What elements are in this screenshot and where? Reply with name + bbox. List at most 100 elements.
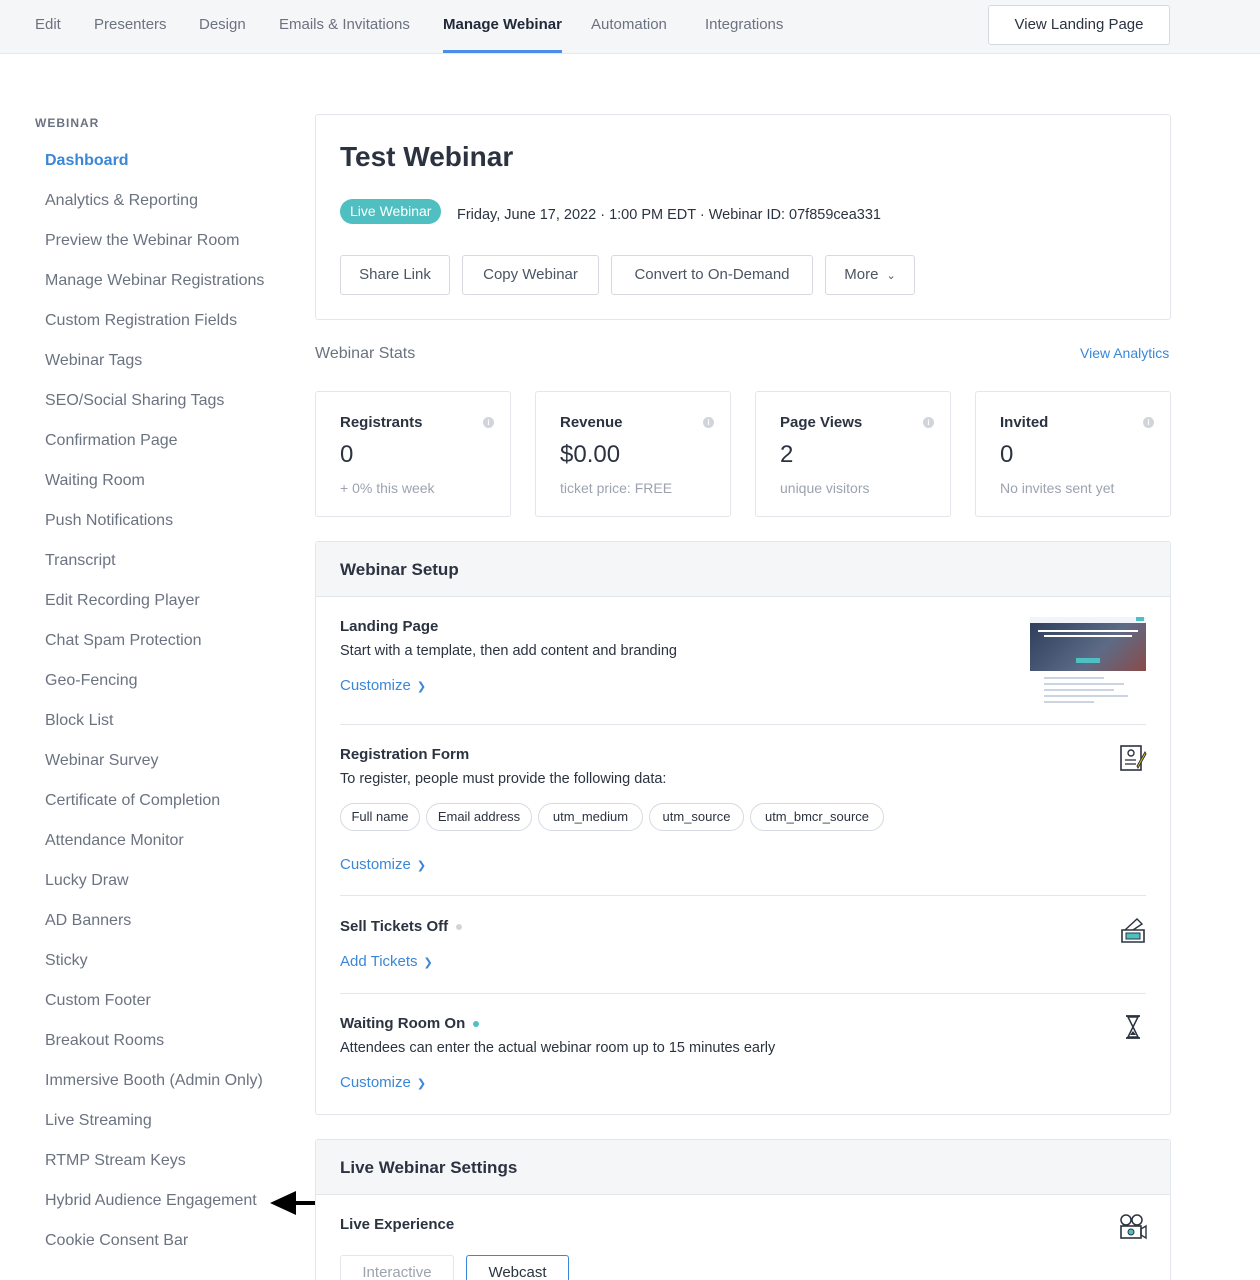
sidebar-item-hybrid-audience-engagement[interactable]: Hybrid Audience Engagement <box>45 1192 257 1210</box>
link-label: Customize <box>340 1074 411 1091</box>
ticket-icon <box>1121 918 1145 943</box>
sell-tickets-title: Sell Tickets Off <box>340 918 463 935</box>
sidebar-item-confirmation-page[interactable]: Confirmation Page <box>45 432 178 450</box>
stats-heading: Webinar Stats <box>315 345 416 362</box>
sidebar-item-push-notifications[interactable]: Push Notifications <box>45 512 173 530</box>
sidebar-item-sticky[interactable]: Sticky <box>45 952 88 970</box>
copy-webinar-button[interactable]: Copy Webinar <box>462 255 599 295</box>
landing-page-desc: Start with a template, then add content … <box>340 643 677 659</box>
divider <box>340 724 1146 725</box>
sidebar-item-rtmp-stream-keys[interactable]: RTMP Stream Keys <box>45 1152 186 1170</box>
add-tickets-link[interactable]: Add Tickets ❯ <box>340 953 433 970</box>
sidebar-item-attendance-monitor[interactable]: Attendance Monitor <box>45 832 184 850</box>
more-button[interactable]: More ⌄ <box>825 255 915 295</box>
chevron-right-icon: ❯ <box>423 957 433 969</box>
registration-form-desc: To register, people must provide the fol… <box>340 771 667 787</box>
interactive-option-button[interactable]: Interactive <box>340 1255 454 1280</box>
divider <box>340 993 1146 994</box>
waiting-room-title: Waiting Room On <box>340 1015 480 1032</box>
sidebar-heading: WEBINAR <box>35 116 100 130</box>
chevron-right-icon: ❯ <box>416 860 427 872</box>
hourglass-icon <box>1126 1015 1140 1039</box>
page-title: Test Webinar <box>340 141 514 172</box>
registration-customize-link[interactable]: Customize ❯ <box>340 856 426 873</box>
sidebar-item-geo-fencing[interactable]: Geo-Fencing <box>45 672 138 690</box>
sidebar-item-cookie-consent-bar[interactable]: Cookie Consent Bar <box>45 1232 188 1250</box>
convert-on-demand-button[interactable]: Convert to On-Demand <box>611 255 813 295</box>
info-icon[interactable]: i <box>703 417 714 428</box>
sell-tickets-label: Sell Tickets Off <box>340 918 449 935</box>
sidebar-item-custom-registration-fields[interactable]: Custom Registration Fields <box>45 312 237 330</box>
tab-presenters[interactable]: Presenters <box>94 0 167 54</box>
stat-card-registrants: Registrants i 0 + 0% this week <box>315 391 511 517</box>
more-label: More <box>844 266 879 283</box>
sidebar-item-live-streaming[interactable]: Live Streaming <box>45 1112 152 1130</box>
sidebar-item-certificate[interactable]: Certificate of Completion <box>45 792 220 810</box>
view-analytics-link[interactable]: View Analytics <box>1080 345 1169 361</box>
stat-value: $0.00 <box>560 441 621 468</box>
sidebar-item-edit-recording-player[interactable]: Edit Recording Player <box>45 592 200 610</box>
webinar-meta: Friday, June 17, 2022 · 1:00 PM EDT · We… <box>457 207 881 223</box>
chevron-right-icon: ❯ <box>416 1078 427 1090</box>
stat-subtext: No invites sent yet <box>1000 480 1115 496</box>
sidebar-item-analytics[interactable]: Analytics & Reporting <box>45 192 198 210</box>
status-off-icon <box>456 924 463 931</box>
stat-value: 0 <box>1000 441 1014 468</box>
top-nav: Edit Presenters Design Emails & Invitati… <box>0 0 1260 54</box>
stat-label: Revenue <box>560 414 623 431</box>
sidebar-item-breakout-rooms[interactable]: Breakout Rooms <box>45 1032 164 1050</box>
info-icon[interactable]: i <box>1143 417 1154 428</box>
link-label: Customize <box>340 856 411 873</box>
waiting-room-customize-link[interactable]: Customize ❯ <box>340 1074 426 1091</box>
tab-design[interactable]: Design <box>199 0 246 54</box>
webcast-option-button[interactable]: Webcast <box>466 1255 569 1280</box>
stat-card-invited: Invited i 0 No invites sent yet <box>975 391 1171 517</box>
sidebar-item-webinar-tags[interactable]: Webinar Tags <box>45 352 142 370</box>
live-settings-heading: Live Webinar Settings <box>340 1158 518 1177</box>
status-on-icon <box>473 1021 480 1028</box>
info-icon[interactable]: i <box>923 417 934 428</box>
sidebar-item-manage-registrations[interactable]: Manage Webinar Registrations <box>45 272 264 290</box>
link-label: Add Tickets <box>340 953 418 970</box>
stat-label: Registrants <box>340 414 423 431</box>
registration-form-icon <box>1120 745 1147 771</box>
field-chip-utm-source: utm_source <box>649 803 744 831</box>
webinar-setup-heading: Webinar Setup <box>340 560 459 579</box>
landing-page-thumbnail[interactable] <box>1030 617 1146 707</box>
stat-card-revenue: Revenue i $0.00 ticket price: FREE <box>535 391 731 517</box>
sidebar-item-webinar-survey[interactable]: Webinar Survey <box>45 752 159 770</box>
stat-card-page-views: Page Views i 2 unique visitors <box>755 391 951 517</box>
sidebar-item-ad-banners[interactable]: AD Banners <box>45 912 131 930</box>
waiting-room-label: Waiting Room On <box>340 1015 466 1032</box>
sidebar-item-chat-spam-protection[interactable]: Chat Spam Protection <box>45 632 202 650</box>
tab-integrations[interactable]: Integrations <box>705 0 783 54</box>
divider <box>340 895 1146 896</box>
tab-edit[interactable]: Edit <box>35 0 61 54</box>
landing-page-title: Landing Page <box>340 618 439 635</box>
waiting-room-desc: Attendees can enter the actual webinar r… <box>340 1040 776 1056</box>
info-icon[interactable]: i <box>483 417 494 428</box>
sidebar-item-waiting-room[interactable]: Waiting Room <box>45 472 145 490</box>
stat-subtext: ticket price: FREE <box>560 480 673 496</box>
field-chip-email: Email address <box>426 803 532 831</box>
landing-customize-link[interactable]: Customize ❯ <box>340 677 426 694</box>
view-landing-page-button[interactable]: View Landing Page <box>988 5 1170 45</box>
sidebar-item-block-list[interactable]: Block List <box>45 712 113 730</box>
field-chip-full-name: Full name <box>340 803 420 831</box>
sidebar-item-lucky-draw[interactable]: Lucky Draw <box>45 872 129 890</box>
chevron-down-icon: ⌄ <box>886 270 896 282</box>
tab-emails-invitations[interactable]: Emails & Invitations <box>279 0 410 54</box>
tab-manage-webinar[interactable]: Manage Webinar <box>443 0 562 54</box>
share-link-button[interactable]: Share Link <box>340 255 450 295</box>
registration-form-title: Registration Form <box>340 746 470 763</box>
sidebar-item-dashboard[interactable]: Dashboard <box>45 152 129 170</box>
sidebar-item-preview-room[interactable]: Preview the Webinar Room <box>45 232 239 250</box>
tab-automation[interactable]: Automation <box>591 0 667 54</box>
video-camera-icon <box>1120 1214 1147 1240</box>
sidebar-item-immersive-booth[interactable]: Immersive Booth (Admin Only) <box>45 1072 263 1090</box>
sidebar-item-transcript[interactable]: Transcript <box>45 552 116 570</box>
stat-subtext: + 0% this week <box>340 480 435 496</box>
sidebar-item-seo-tags[interactable]: SEO/Social Sharing Tags <box>45 392 224 410</box>
stat-label: Page Views <box>780 414 863 431</box>
sidebar-item-custom-footer[interactable]: Custom Footer <box>45 992 151 1010</box>
